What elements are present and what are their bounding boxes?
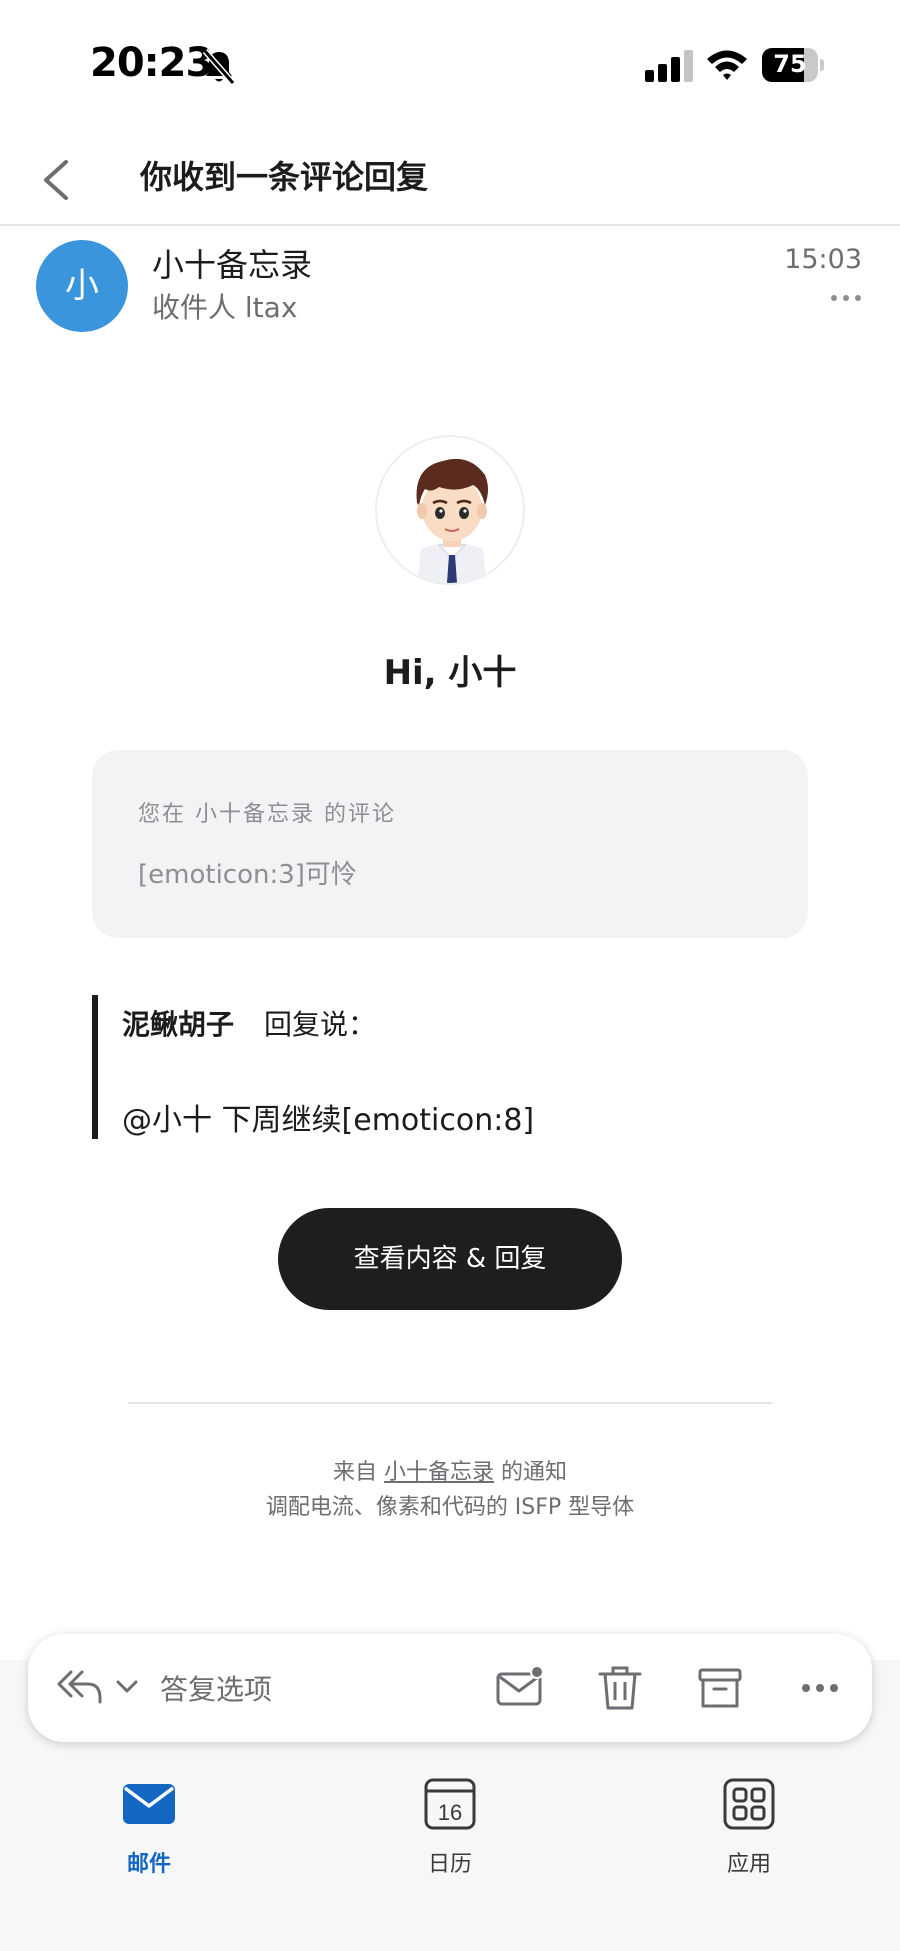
reply-quote: 泥鳅胡子 回复说： @小十 下周继续[emoticon:8] [92, 995, 692, 1139]
reply-options-label[interactable]: 答复选项 [160, 1668, 272, 1708]
page-title: 你收到一条评论回复 [140, 158, 429, 196]
sender-avatar[interactable]: 小 [36, 240, 128, 332]
footer-source: 来自 小十备忘录 的通知 [0, 1454, 900, 1486]
footer-prefix: 来自 [332, 1460, 377, 1485]
tab-mail[interactable]: 邮件 [74, 1762, 224, 1882]
profile-avatar-image [375, 435, 525, 585]
greeting: Hi, 小十 [383, 653, 517, 693]
calendar-day: 16 [438, 1800, 462, 1825]
footer-tagline: 调配电流、像素和代码的 ISFP 型导体 [265, 1495, 635, 1520]
reply-author: 泥鳅胡子 [122, 1008, 235, 1041]
tab-calendar[interactable]: 16 日历 [375, 1762, 525, 1882]
nav-header: 你收到一条评论回复 [0, 130, 900, 226]
mail-icon [123, 1784, 175, 1824]
sender-row: 小 小十备忘录 收件人 ltax 15:03 [0, 228, 900, 338]
action-toolbar: 答复选项 [28, 1634, 872, 1742]
wifi-icon [707, 50, 747, 80]
reply-says-label: 回复说： [264, 1008, 377, 1041]
back-chevron-icon[interactable] [30, 144, 90, 214]
tab-label: 应用 [726, 1852, 771, 1877]
apps-icon [723, 1778, 775, 1830]
footer-link[interactable]: 小十备忘录 [384, 1460, 494, 1485]
signal-icon [645, 50, 693, 82]
status-time: 20:23 [90, 40, 213, 86]
view-and-reply-button[interactable]: 查看内容 & 回复 [278, 1208, 622, 1310]
comment-source: 您在 小十备忘录 的评论 [138, 802, 396, 827]
footer-suffix: 的通知 [501, 1460, 568, 1485]
chevron-down-icon[interactable] [114, 1674, 140, 1698]
recipient-line[interactable]: 收件人 ltax [152, 286, 297, 326]
calendar-icon: 16 [424, 1778, 476, 1830]
status-bar: 20:23 75 [0, 0, 900, 130]
comment-text: [emoticon:3]可怜 [138, 860, 357, 890]
sent-time: 15:03 [784, 244, 862, 275]
trash-icon[interactable] [594, 1662, 646, 1714]
tab-label: 邮件 [126, 1852, 171, 1877]
bell-off-icon [202, 49, 236, 85]
reply-text: @小十 下周继续[emoticon:8] [122, 1103, 535, 1138]
reply-all-icon[interactable] [54, 1664, 104, 1708]
footer-divider [128, 1402, 772, 1404]
tab-label: 日历 [427, 1852, 472, 1877]
battery-level: 75 [773, 50, 807, 78]
tab-apps[interactable]: 应用 [674, 1762, 824, 1882]
tab-bar: 邮件 16 日历 应用 [0, 1762, 900, 1882]
battery-icon: 75 [762, 48, 824, 84]
archive-icon[interactable] [694, 1662, 746, 1714]
sender-name[interactable]: 小十备忘录 [152, 240, 312, 286]
comment-card: 您在 小十备忘录 的评论 [emoticon:3]可怜 [92, 750, 808, 938]
more-icon[interactable] [794, 1662, 846, 1714]
mark-unread-icon[interactable] [494, 1662, 546, 1714]
more-options-icon[interactable] [828, 288, 864, 308]
